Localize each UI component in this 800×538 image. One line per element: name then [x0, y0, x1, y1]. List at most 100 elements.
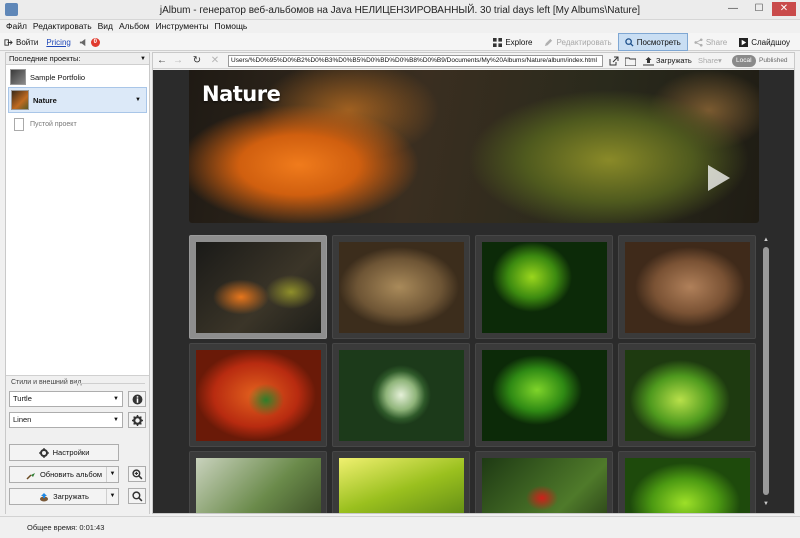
project-thumbnail	[11, 90, 29, 110]
update-album-button[interactable]: Обновить альбом ▼	[9, 466, 119, 483]
title-bar: jAlbum - генератор веб-альбомов на Java …	[0, 0, 800, 20]
preview-browser: ← → ↻ ✕ Users/%D0%95%D0%B2%D0%B3%D0%B5%D…	[152, 52, 795, 514]
folder-icon[interactable]	[625, 56, 636, 66]
chevron-down-icon[interactable]: ▼	[106, 467, 118, 482]
album-scrollbar[interactable]: ▲ ▼	[761, 235, 771, 513]
thumbnail-5[interactable]	[189, 343, 327, 447]
project-item-sample-portfolio[interactable]: Sample Portfolio	[8, 66, 147, 88]
thumbnail-8[interactable]	[618, 343, 756, 447]
thumbnail-2[interactable]	[332, 235, 470, 339]
thumbnail-1[interactable]	[189, 235, 327, 339]
thumbnail-10[interactable]	[332, 451, 470, 513]
style-settings-button[interactable]	[128, 412, 146, 428]
thumbnail-image	[196, 242, 321, 333]
upload-button[interactable]: Загружать ▼	[9, 488, 119, 505]
stop-icon[interactable]: ✕	[209, 55, 221, 67]
login-label: Войти	[16, 37, 39, 47]
project-name: Пустой проект	[30, 120, 77, 128]
chevron-down-icon[interactable]: ▼	[106, 489, 118, 504]
menu-file[interactable]: Файл	[6, 20, 27, 33]
explore-button[interactable]: Explore	[487, 33, 538, 51]
left-panel: Последние проекты: ▼ Sample Portfolio Na…	[5, 52, 150, 515]
scrollbar-thumb[interactable]	[763, 247, 769, 495]
share-label: Share	[705, 37, 728, 47]
window-title: jAlbum - генератор веб-альбомов на Java …	[159, 5, 641, 16]
close-button[interactable]: ✕	[772, 2, 796, 16]
pencil-icon	[545, 38, 553, 46]
magnifier-icon	[624, 37, 634, 47]
back-arrow-icon[interactable]: ←	[156, 55, 168, 67]
broom-icon	[26, 472, 35, 480]
pricing-link[interactable]: Pricing	[46, 38, 70, 47]
slideshow-label: Слайдшоу	[751, 37, 790, 47]
thumbnail-image	[625, 458, 750, 513]
chevron-down-icon[interactable]: ▼	[135, 97, 141, 103]
forward-arrow-icon[interactable]: →	[172, 55, 184, 67]
settings-button[interactable]: Настройки	[9, 444, 119, 461]
thumbnail-image	[196, 350, 321, 441]
edit-label: Редактировать	[556, 37, 612, 47]
menu-view[interactable]: Вид	[98, 20, 113, 33]
menu-album[interactable]: Альбом	[119, 20, 150, 33]
thumbnail-image	[339, 458, 464, 513]
zoom-in-button[interactable]	[128, 466, 146, 482]
menu-tools[interactable]: Инструменты	[156, 20, 209, 33]
menu-bar: Файл Редактировать Вид Альбом Инструмент…	[0, 20, 800, 33]
view-button[interactable]: Посмотреть	[617, 33, 688, 51]
thumbnail-image	[625, 242, 750, 333]
share-button[interactable]: Share	[688, 33, 733, 51]
styles-section-label: Стили и внешний вид	[11, 379, 82, 386]
menu-edit[interactable]: Редактировать	[33, 20, 92, 33]
info-icon	[132, 394, 142, 405]
chevron-down-icon[interactable]: ▾	[718, 56, 722, 65]
share-icon	[694, 37, 703, 47]
thumbnail-7[interactable]	[475, 343, 613, 447]
local-toggle[interactable]: Local	[732, 55, 756, 67]
project-name: Sample Portfolio	[30, 72, 86, 82]
search-button[interactable]	[128, 488, 146, 504]
skin-select[interactable]: Turtle ▼	[9, 391, 123, 407]
menu-help[interactable]: Помощь	[215, 20, 248, 33]
thumbnail-12[interactable]	[618, 451, 756, 513]
browser-upload-button[interactable]: Загружать	[656, 56, 692, 65]
style-select[interactable]: Linen ▼	[9, 412, 123, 428]
published-toggle[interactable]: Published	[755, 55, 792, 67]
scroll-up-arrow-icon[interactable]: ▲	[762, 237, 770, 243]
thumbnail-6[interactable]	[332, 343, 470, 447]
thumbnail-image	[482, 242, 607, 333]
scroll-down-arrow-icon[interactable]: ▼	[762, 501, 770, 507]
gear-icon	[131, 415, 143, 426]
thumbnail-4[interactable]	[618, 235, 756, 339]
maximize-button[interactable]: ☐	[750, 2, 768, 16]
album-hero-image[interactable]: Nature	[189, 70, 759, 223]
external-link-icon[interactable]	[609, 56, 619, 66]
play-icon	[739, 37, 749, 47]
minimize-button[interactable]: —	[724, 2, 742, 16]
play-icon[interactable]	[708, 165, 730, 191]
skin-info-button[interactable]	[128, 391, 146, 407]
thumbnail-9[interactable]	[189, 451, 327, 513]
project-thumbnail	[10, 69, 26, 85]
search-icon	[131, 491, 142, 502]
refresh-icon[interactable]: ↻	[191, 55, 203, 67]
settings-label: Настройки	[52, 448, 90, 457]
edit-button[interactable]: Редактировать	[538, 33, 617, 51]
album-title: Nature	[202, 82, 281, 106]
recent-projects-dropdown[interactable]: Последние проекты: ▼	[6, 53, 149, 65]
view-label: Посмотреть	[636, 37, 681, 47]
login-link[interactable]: Войти	[4, 38, 38, 47]
url-field[interactable]: Users/%D0%95%D0%B2%D0%B3%D0%B5%D0%BD%D0%…	[228, 55, 603, 67]
thumbnail-image	[482, 458, 607, 513]
thumbnail-3[interactable]	[475, 235, 613, 339]
project-item-empty[interactable]: Пустой проект	[8, 113, 147, 135]
project-item-nature[interactable]: Nature ▼	[8, 87, 147, 113]
upload-label: Загружать	[53, 492, 89, 501]
notifications-button[interactable]: 0	[79, 37, 100, 47]
slideshow-button[interactable]: Слайдшоу	[733, 33, 796, 51]
grid-icon	[493, 37, 503, 47]
browser-share-button[interactable]: Share	[698, 56, 718, 65]
style-value: Linen	[13, 415, 32, 424]
login-icon	[4, 38, 13, 46]
thumbnail-11[interactable]	[475, 451, 613, 513]
megaphone-icon	[79, 38, 86, 46]
